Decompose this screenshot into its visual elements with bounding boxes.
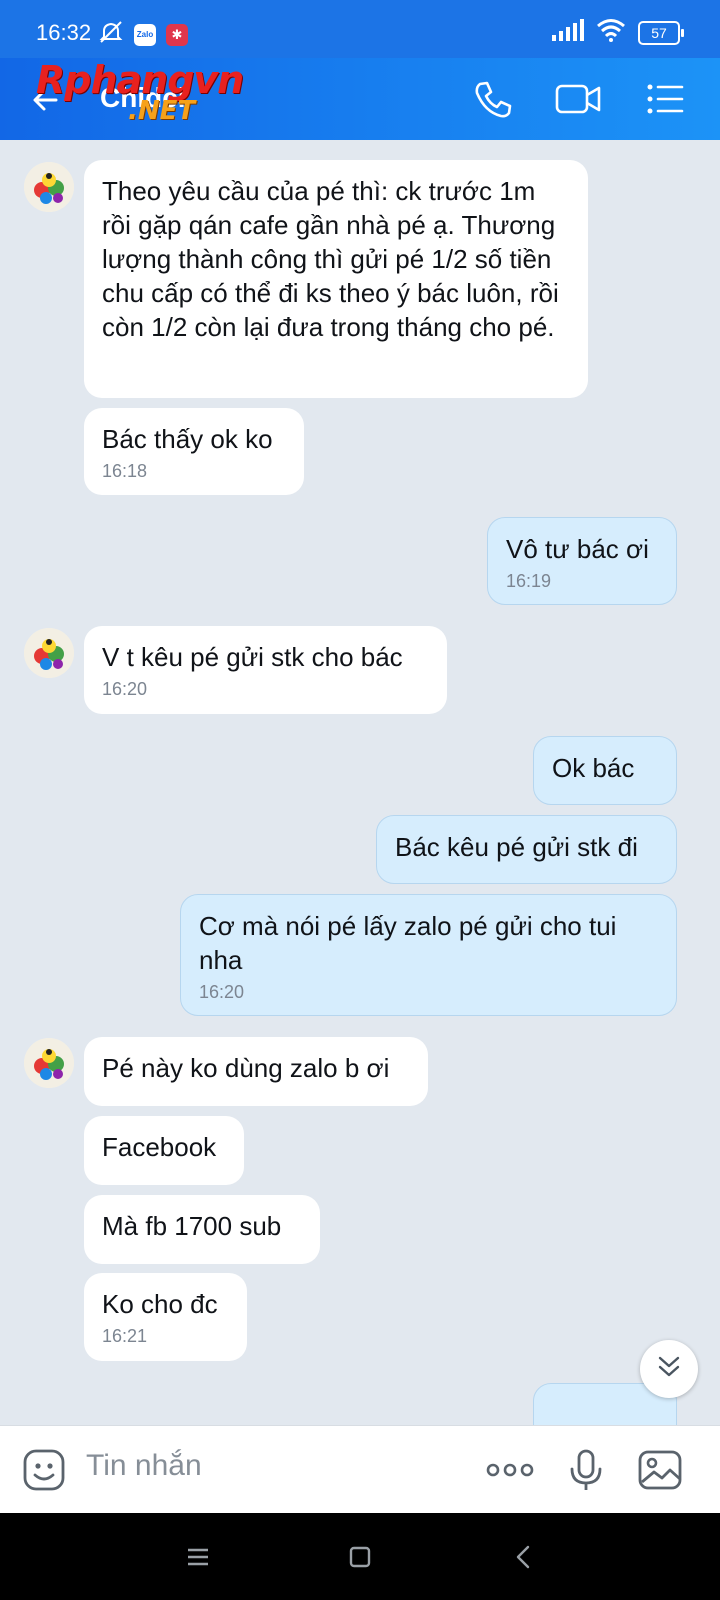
- message-text: Mà fb 1700 sub: [102, 1211, 282, 1241]
- contact-avatar[interactable]: [24, 1038, 74, 1088]
- message-composer: [0, 1425, 720, 1514]
- message-time: 16:18: [102, 461, 148, 481]
- status-bar: 16:32 Zalo ✱ 57: [0, 0, 720, 58]
- nav-home-icon[interactable]: [344, 1541, 376, 1573]
- mute-bell-icon: [98, 20, 124, 49]
- message-time: 16:19: [506, 571, 552, 591]
- message-bubble-incoming[interactable]: Mà fb 1700 sub: [84, 1195, 320, 1264]
- message-text: Ok bác: [552, 753, 635, 783]
- status-notification-icons: Zalo ✱: [98, 20, 188, 49]
- status-system-icons: 57: [552, 18, 684, 47]
- message-bubble-incoming[interactable]: Facebook: [84, 1116, 244, 1185]
- message-text: Vô tư bác ơi: [506, 534, 649, 564]
- microphone-icon[interactable]: [562, 1446, 610, 1494]
- message-bubble-outgoing[interactable]: Ok bác: [533, 736, 677, 805]
- status-time: 16:32: [36, 20, 92, 45]
- zalo-app-icon: Zalo: [134, 23, 156, 46]
- signal-icon: [552, 19, 584, 46]
- message-time: 16:21: [102, 1326, 148, 1346]
- battery-indicator: 57: [638, 20, 684, 45]
- phone-call-icon[interactable]: [470, 76, 516, 122]
- message-bubble-incoming[interactable]: Theo yêu cầu của pé thì: ck trước 1m rồi…: [84, 160, 588, 398]
- message-bubble-outgoing[interactable]: Vô tư bác ơi 16:19: [487, 517, 677, 605]
- system-navigation-bar: [0, 1513, 720, 1600]
- nav-menu-icon[interactable]: [182, 1541, 214, 1573]
- more-dots-icon[interactable]: [484, 1446, 536, 1494]
- message-bubble-incoming[interactable]: V t kêu pé gửi stk cho bác 16:20: [84, 626, 447, 714]
- app-notification-icon: ✱: [166, 23, 188, 46]
- message-text: Ko cho đc: [102, 1289, 218, 1319]
- nav-back-icon[interactable]: [508, 1541, 540, 1573]
- contact-avatar[interactable]: [24, 628, 74, 678]
- scroll-to-bottom-button[interactable]: [640, 1340, 698, 1398]
- message-text: Pé này ko dùng zalo b ơi: [102, 1053, 390, 1083]
- message-text: Bác thấy ok ko: [102, 424, 273, 454]
- message-list[interactable]: Theo yêu cầu của pé thì: ck trước 1m rồi…: [0, 140, 720, 1425]
- message-text: V t kêu pé gửi stk cho bác: [102, 642, 403, 672]
- message-text: Theo yêu cầu của pé thì: ck trước 1m rồi…: [102, 176, 559, 342]
- watermark-suffix: .NET: [128, 96, 196, 126]
- video-call-icon[interactable]: [554, 76, 604, 122]
- message-time: 16:20: [199, 982, 245, 1002]
- double-chevron-down-icon: [654, 1352, 684, 1387]
- message-text: Bác kêu pé gửi stk đi: [395, 832, 638, 862]
- message-bubble-outgoing[interactable]: Bác kêu pé gửi stk đi: [376, 815, 677, 884]
- emoji-sticker-icon[interactable]: [20, 1446, 68, 1494]
- message-input[interactable]: [84, 1448, 468, 1484]
- message-bubble-incoming[interactable]: Pé này ko dùng zalo b ơi: [84, 1037, 428, 1106]
- message-time: 16:20: [102, 679, 148, 699]
- chat-header: Chidci Rphangvn .NET: [0, 58, 720, 140]
- menu-list-icon[interactable]: [642, 76, 688, 122]
- message-bubble-incoming[interactable]: Ko cho đc 16:21: [84, 1273, 247, 1361]
- message-bubble-outgoing[interactable]: Cơ mà nói pé lấy zalo pé gửi cho tui nha…: [180, 894, 677, 1016]
- message-text: Facebook: [102, 1132, 217, 1162]
- wifi-icon: [596, 18, 626, 47]
- message-bubble-incoming[interactable]: Bác thấy ok ko 16:18: [84, 408, 304, 495]
- message-text: Cơ mà nói pé lấy zalo pé gửi cho tui nha: [199, 911, 617, 975]
- contact-avatar[interactable]: [24, 162, 74, 212]
- image-gallery-icon[interactable]: [636, 1446, 684, 1494]
